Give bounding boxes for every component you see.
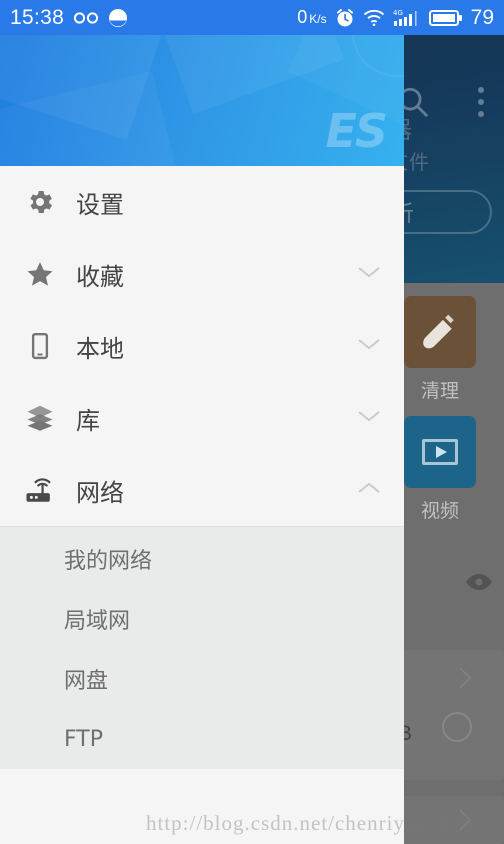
battery-icon (428, 9, 462, 26)
signal-4g-icon: 4G (393, 9, 417, 26)
chevron-down-icon[interactable] (356, 336, 382, 357)
alarm-clock-icon (336, 8, 353, 26)
tile-label: 视频 (420, 501, 459, 522)
submenu-item-my-network[interactable]: 我的网络 (0, 529, 404, 589)
drawer-item-local[interactable]: 本地 (0, 310, 404, 382)
drawer-item-settings[interactable]: 设置 (0, 166, 404, 238)
chevron-down-icon[interactable] (356, 264, 382, 285)
phone-screen: 器 文件 析 清理 视频 (0, 0, 504, 844)
status-bar: 15:38 0 K/s 4G 79 (0, 0, 504, 35)
network-submenu: 我的网络 局域网 网盘 FTP (0, 527, 404, 769)
phone-icon (18, 331, 62, 361)
status-clock: 15:38 (10, 5, 65, 29)
gear-icon (18, 187, 62, 217)
drawer-item-favorites[interactable]: 收藏 (0, 238, 404, 310)
submenu-item-label: 我的网络 (64, 549, 153, 574)
status-bar-left: 15:38 (10, 6, 128, 30)
do-not-disturb-icon (109, 8, 128, 27)
layers-icon (18, 403, 62, 433)
drawer-item-label: 本地 (76, 334, 124, 363)
submenu-item-label: 网盘 (64, 669, 109, 694)
drawer-item-library[interactable]: 库 (0, 382, 404, 454)
submenu-item-label: FTP (64, 726, 103, 752)
eye-icon[interactable] (464, 573, 494, 591)
drawer-item-label: 设置 (76, 190, 124, 219)
wifi-icon (363, 9, 384, 26)
chevron-down-icon[interactable] (356, 408, 382, 429)
router-icon (18, 475, 62, 505)
navigation-drawer: ES 设置 收藏 本地 库 网络 我的网络 局域网 网盘 FTP (0, 35, 404, 844)
video-play-icon (404, 416, 476, 488)
submenu-item-lan[interactable]: 局域网 (0, 589, 404, 649)
tile-label: 清理 (420, 381, 459, 402)
battery-percent: 79 (470, 5, 494, 29)
network-speed-indicator: 0 K/s (297, 7, 326, 28)
watermark: http://blog.csdn.net/chenriyang0306 (146, 811, 485, 835)
status-bar-right: 0 K/s 4G 79 (297, 6, 494, 30)
drawer-item-label: 库 (76, 406, 100, 435)
drawer-menu-list: 设置 收藏 本地 库 网络 我的网络 局域网 网盘 FTP (0, 166, 404, 769)
star-icon (18, 259, 62, 289)
chevron-up-icon[interactable] (356, 480, 382, 501)
drawer-item-label: 收藏 (76, 262, 124, 291)
drawer-item-network[interactable]: 网络 (0, 454, 404, 526)
chevron-right-icon (459, 667, 472, 689)
net-speed-unit: K/s (309, 12, 327, 26)
drawer-item-label: 网络 (76, 478, 124, 507)
submenu-item-cloud-drive[interactable]: 网盘 (0, 649, 404, 709)
tile-clean[interactable]: 清理 (404, 296, 476, 403)
tile-video[interactable]: 视频 (404, 416, 476, 523)
radio-button[interactable] (442, 712, 472, 742)
overflow-menu-icon[interactable] (478, 87, 484, 117)
broom-icon (404, 296, 476, 368)
infinity-icon (73, 11, 99, 24)
submenu-item-ftp[interactable]: FTP (0, 709, 404, 769)
submenu-item-label: 局域网 (64, 609, 131, 634)
drawer-header: ES (0, 35, 404, 166)
net-speed-value: 0 (297, 7, 308, 27)
svg-text:4G: 4G (393, 9, 403, 17)
es-logo: ES (325, 104, 388, 158)
